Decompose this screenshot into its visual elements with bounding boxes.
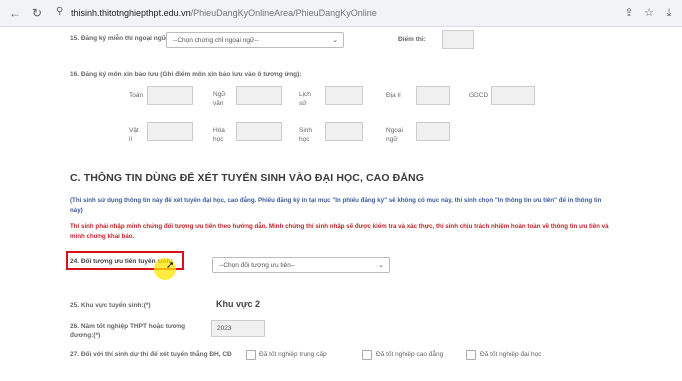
graduation-year-input[interactable]: 2023: [211, 320, 265, 337]
foreign-language-cert-select[interactable]: --Chọn chứng chỉ ngoại ngữ-- ⌄: [166, 32, 344, 48]
chevron-down-icon: ⌄: [332, 37, 338, 44]
foreign-language-score-input[interactable]: [442, 30, 474, 49]
checkbox-label-cao-dang: Đã tốt nghiệp cao đẳng: [376, 351, 444, 358]
q26-label: 26. Năm tốt nghiệp THPT hoặc tương đương…: [70, 323, 186, 339]
share-icon[interactable]: ⇪: [622, 6, 636, 20]
subject-score-lich-su[interactable]: [325, 86, 363, 105]
q16-label: 16. Đăng ký môn xin bảo lưu (Ghi điểm mô…: [70, 71, 302, 78]
subject-score-dia-li[interactable]: [416, 86, 450, 105]
bookmark-star-icon[interactable]: ☆: [642, 6, 656, 20]
subject-label-dia-li: Địa lí: [386, 92, 401, 99]
q25-label: 25. Khu vực tuyển sinh:(*): [70, 302, 151, 309]
back-arrow-icon[interactable]: ←: [8, 6, 22, 20]
mouse-pointer-icon: ➚: [166, 260, 175, 271]
subject-label-toan: Toán: [129, 92, 144, 99]
address-bar[interactable]: ⚲ thisinh.thitotnghiepthpt.edu.vn/PhieuD…: [52, 4, 612, 23]
url-path: /PhieuDangKyOnlineArea/PhieuDangKyOnline: [190, 8, 377, 18]
subject-score-hoa-hoc[interactable]: [236, 122, 282, 141]
checkbox-trung-cap[interactable]: [246, 350, 256, 360]
section-c-note-info: (Thí sinh sử dụng thông tin này để xét t…: [70, 197, 602, 214]
checkbox-label-trung-cap: Đã tốt nghiệp trung cấp: [259, 351, 327, 358]
q27-label: 27. Đối với thí sinh dự thi để xét tuyển…: [70, 351, 232, 358]
subject-score-sinh-hoc[interactable]: [325, 122, 363, 141]
priority-group-placeholder: --Chọn đối tượng ưu tiên--: [219, 262, 296, 269]
download-icon[interactable]: ⤓: [662, 6, 676, 20]
site-info-icon[interactable]: ⚲: [56, 6, 63, 17]
chevron-down-icon: ⌄: [378, 262, 384, 269]
graduation-year-value: 2023: [217, 325, 232, 332]
subject-label-lich-su: Lịch sử: [299, 91, 311, 107]
subject-label-vat-li: Vật lí: [129, 127, 139, 143]
url-host: thisinh.thitotnghiepthpt.edu.vn: [71, 8, 191, 18]
url-text: thisinh.thitotnghiepthpt.edu.vn/PhieuDan…: [71, 8, 377, 18]
subject-score-ngu-van[interactable]: [236, 86, 282, 105]
browser-toolbar: ← ↻ ⚲ thisinh.thitotnghiepthpt.edu.vn/Ph…: [0, 0, 682, 27]
reload-icon[interactable]: ↻: [30, 6, 44, 20]
priority-group-select[interactable]: --Chọn đối tượng ưu tiên-- ⌄: [212, 257, 390, 273]
subject-label-sinh-hoc: Sinh học: [299, 127, 313, 143]
section-c-note-warning: Thí sinh phải nhập minh chứng đối tượng …: [70, 223, 609, 240]
registration-form-page: 15. Đăng ký miễn thi ngoại ngữ: --Chọn c…: [0, 28, 682, 381]
subject-score-gdcd[interactable]: [491, 86, 535, 105]
q15-label: 15. Đăng ký miễn thi ngoại ngữ:: [70, 35, 169, 42]
subject-score-toan[interactable]: [147, 86, 193, 105]
subject-score-vat-li[interactable]: [147, 122, 193, 141]
admission-region-value: Khu vực 2: [216, 299, 261, 309]
subject-label-ngoai-ngu: Ngoại ngữ: [386, 127, 403, 143]
checkbox-dai-hoc[interactable]: [466, 350, 476, 360]
q15-score-label: Điểm thi:: [398, 36, 426, 43]
subject-label-hoa-hoc: Hóa học: [213, 127, 225, 143]
checkbox-cao-dang[interactable]: [362, 350, 372, 360]
subject-label-ngu-van: Ngữ văn: [213, 91, 226, 107]
foreign-language-cert-placeholder: --Chọn chứng chỉ ngoại ngữ--: [173, 37, 259, 44]
subject-label-gdcd: GDCD: [469, 92, 489, 99]
section-c-title: C. THÔNG TIN DÙNG ĐỂ XÉT TUYỂN SINH VÀO …: [70, 172, 424, 184]
subject-score-ngoai-ngu[interactable]: [416, 122, 450, 141]
checkbox-label-dai-hoc: Đã tốt nghiệp đại học: [480, 351, 542, 358]
